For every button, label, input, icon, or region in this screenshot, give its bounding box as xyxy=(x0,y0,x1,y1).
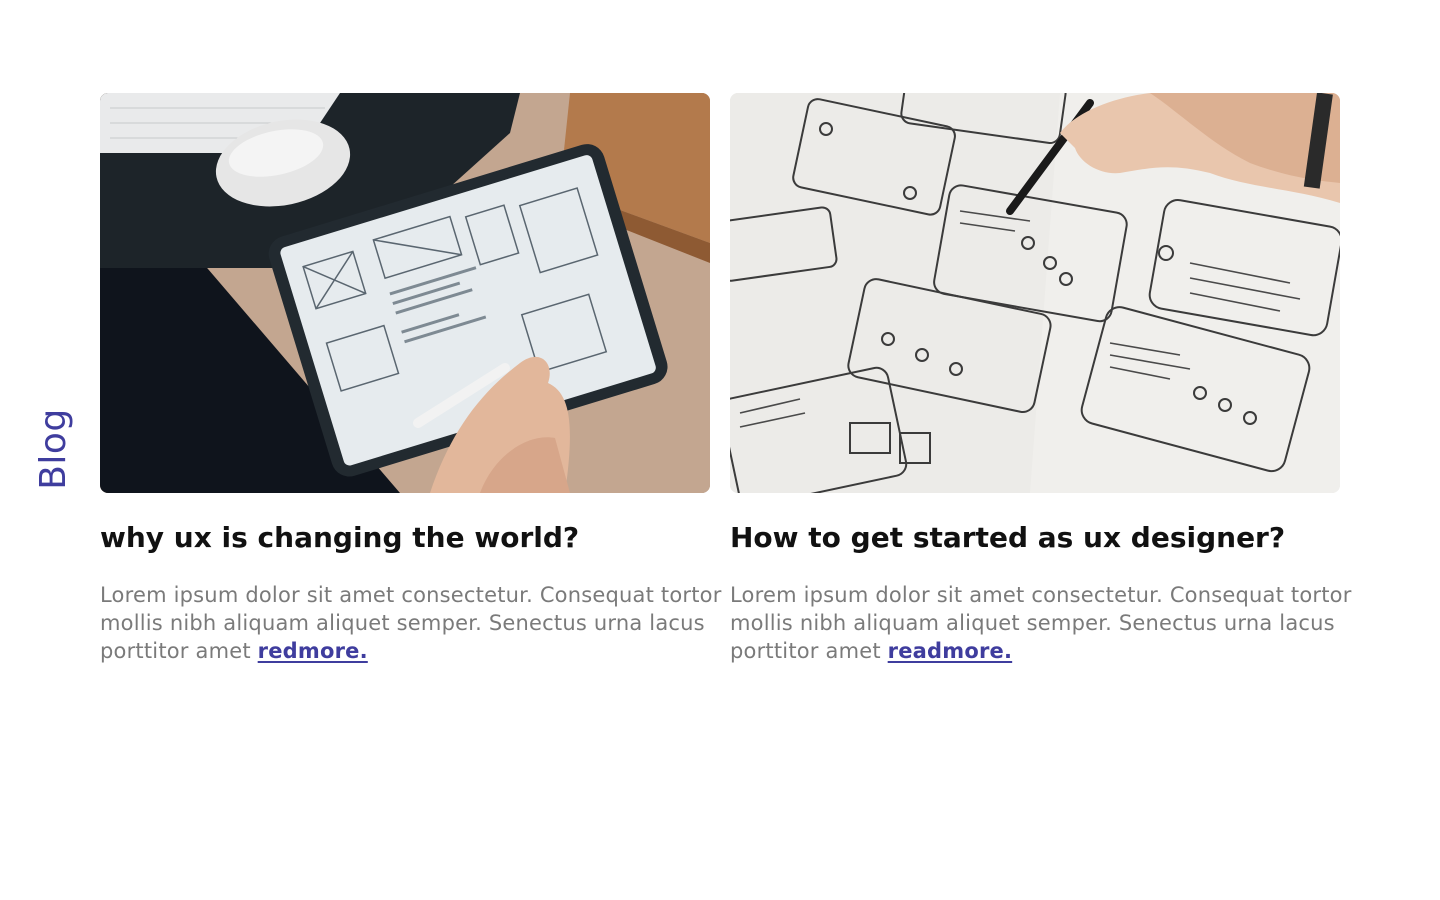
read-more-link[interactable]: redmore. xyxy=(258,639,368,663)
blog-card-excerpt: Lorem ipsum dolor sit amet consectetur. … xyxy=(730,581,1355,665)
section-label: Blog xyxy=(32,405,76,493)
tablet-wireframe-photo xyxy=(100,93,710,493)
blog-card-title[interactable]: why ux is changing the world? xyxy=(100,521,720,555)
blog-card: why ux is changing the world? Lorem ipsu… xyxy=(100,93,721,665)
blog-card-image[interactable] xyxy=(100,93,710,493)
section-label-text: Blog xyxy=(33,408,75,490)
read-more-link[interactable]: readmore. xyxy=(888,639,1013,663)
blog-card-excerpt: Lorem ipsum dolor sit amet consectetur. … xyxy=(100,581,725,665)
blog-section: Blog why ux is changing the world? Lorem… xyxy=(0,0,1440,900)
blog-card-title[interactable]: How to get started as ux designer? xyxy=(730,521,1350,555)
excerpt-text: Lorem ipsum dolor sit amet consectetur. … xyxy=(730,583,1352,663)
blog-card: How to get started as ux designer? Lorem… xyxy=(730,93,1351,665)
blog-card-image[interactable] xyxy=(730,93,1340,493)
excerpt-text: Lorem ipsum dolor sit amet consectetur. … xyxy=(100,583,722,663)
paper-sketches-photo xyxy=(730,93,1340,493)
